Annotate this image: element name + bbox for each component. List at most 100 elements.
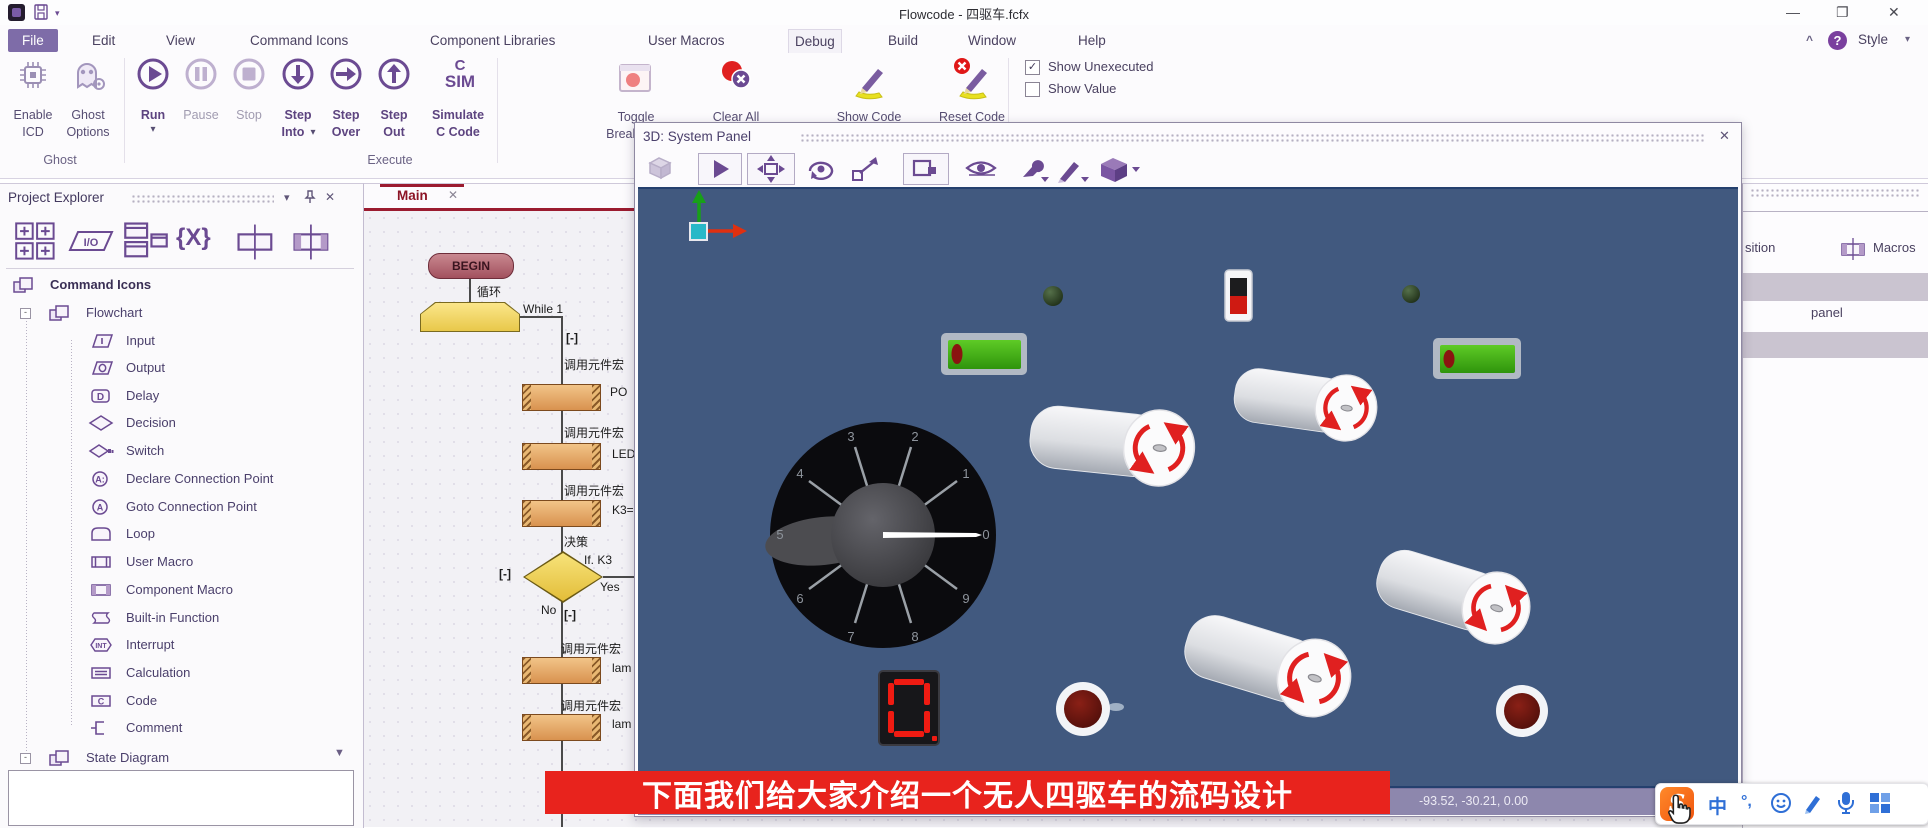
run-caret-icon[interactable]: ▾ bbox=[130, 124, 176, 135]
ime-handwriting-icon[interactable] bbox=[1802, 791, 1826, 815]
step-out-icon[interactable] bbox=[375, 56, 413, 94]
menu-build[interactable]: Build bbox=[882, 29, 924, 52]
pause-icon[interactable] bbox=[182, 56, 220, 94]
seven-segment-display[interactable] bbox=[879, 671, 939, 745]
3d-eye-icon[interactable] bbox=[961, 155, 1001, 183]
3d-panel-drag-dots[interactable] bbox=[801, 134, 1705, 143]
menu-command-icons[interactable]: Command Icons bbox=[244, 29, 354, 52]
step-into-caret-icon[interactable]: ▾ bbox=[306, 127, 320, 138]
tab-main-close-icon[interactable]: ✕ bbox=[448, 188, 458, 202]
run-label[interactable]: Run bbox=[130, 108, 176, 122]
panel-drag-dots[interactable] bbox=[1751, 189, 1921, 198]
explorer-component-macro-icon[interactable] bbox=[288, 222, 336, 262]
3d-wrench-icon[interactable] bbox=[1017, 155, 1051, 183]
toggle-breakpoint-icon[interactable] bbox=[617, 60, 653, 96]
stop-label[interactable]: Stop bbox=[226, 108, 272, 122]
step-over-label2[interactable]: Over bbox=[321, 125, 371, 139]
ime-voice-icon[interactable] bbox=[1834, 790, 1858, 816]
step-over-icon[interactable] bbox=[327, 56, 365, 94]
run-icon[interactable] bbox=[134, 56, 172, 94]
menu-window[interactable]: Window bbox=[962, 29, 1022, 52]
tree-scroll-down-icon[interactable]: ▼ bbox=[334, 747, 345, 759]
clear-all-breakpoints-icon[interactable] bbox=[716, 58, 756, 98]
motor[interactable] bbox=[1230, 360, 1381, 445]
3d-paint-icon[interactable] bbox=[1055, 155, 1091, 183]
3d-pan-button[interactable] bbox=[747, 153, 795, 185]
3d-viewport[interactable]: 0 1 2 3 4 5 6 7 8 9 bbox=[638, 187, 1738, 788]
step-over-label1[interactable]: Step bbox=[321, 108, 371, 122]
show-code-icon[interactable] bbox=[848, 58, 890, 100]
motor[interactable] bbox=[1027, 397, 1199, 490]
3d-world-cube-icon[interactable] bbox=[1095, 153, 1141, 183]
menu-debug[interactable]: Debug bbox=[788, 29, 842, 53]
stop-icon[interactable] bbox=[230, 56, 268, 94]
minimize-button[interactable]: — bbox=[1786, 4, 1800, 20]
help-icon[interactable]: ? bbox=[1828, 31, 1847, 50]
show-value-label[interactable]: Show Value bbox=[1048, 81, 1116, 96]
show-unexecuted-checkbox[interactable] bbox=[1025, 60, 1040, 75]
tab-main[interactable]: Main bbox=[397, 188, 428, 203]
explorer-grid-icon[interactable] bbox=[14, 221, 58, 261]
flow-component-macro-node[interactable] bbox=[522, 500, 601, 527]
flow-collapse-2[interactable]: [-] bbox=[499, 567, 511, 581]
motor[interactable] bbox=[1368, 538, 1538, 652]
ime-lang-toggle[interactable]: 中 bbox=[1708, 792, 1727, 819]
reset-code-icon[interactable] bbox=[950, 56, 994, 100]
menu-edit[interactable]: Edit bbox=[86, 29, 121, 52]
battery-component[interactable] bbox=[941, 333, 1027, 375]
menu-view[interactable]: View bbox=[160, 29, 201, 52]
macros-label[interactable]: Macros bbox=[1873, 240, 1916, 255]
flow-component-macro-node[interactable] bbox=[522, 443, 601, 470]
ghost-options-label2[interactable]: Options bbox=[56, 125, 120, 139]
motor[interactable] bbox=[1176, 602, 1360, 726]
3d-rotate-icon[interactable] bbox=[803, 155, 839, 183]
list-row-selected[interactable] bbox=[1743, 332, 1928, 358]
explorer-windows-icon[interactable] bbox=[122, 220, 170, 262]
list-item-panel[interactable]: panel bbox=[1811, 305, 1843, 320]
ribbon-collapse-icon[interactable]: ^ bbox=[1806, 33, 1813, 47]
show-unexecuted-label[interactable]: Show Unexecuted bbox=[1048, 59, 1154, 74]
battery-component[interactable] bbox=[1433, 338, 1521, 379]
wheel[interactable] bbox=[1496, 685, 1548, 737]
rotary-dial[interactable]: 0 1 2 3 4 5 6 7 8 9 bbox=[763, 422, 996, 648]
ime-punctuation-toggle[interactable]: °, bbox=[1741, 793, 1752, 811]
step-out-label2[interactable]: Out bbox=[369, 125, 419, 139]
flow-collapse-1[interactable]: [-] bbox=[566, 331, 578, 345]
show-value-checkbox[interactable] bbox=[1025, 82, 1040, 97]
flow-begin-node[interactable]: BEGIN bbox=[428, 253, 514, 279]
simulate-label2[interactable]: C Code bbox=[418, 125, 498, 139]
simulate-label1[interactable]: Simulate bbox=[418, 108, 498, 122]
style-caret-icon[interactable]: ▾ bbox=[1905, 34, 1910, 45]
flow-component-macro-node[interactable] bbox=[522, 714, 601, 741]
flow-component-macro-node[interactable] bbox=[522, 384, 601, 411]
enable-icd-label2[interactable]: ICD bbox=[3, 125, 63, 139]
simulate-c-code-icon[interactable]: C SIM bbox=[430, 58, 490, 91]
menu-component-libraries[interactable]: Component Libraries bbox=[424, 29, 561, 52]
ghost-options-icon[interactable] bbox=[68, 57, 108, 97]
3d-resize-icon[interactable] bbox=[849, 155, 883, 183]
menu-file[interactable]: File bbox=[8, 29, 58, 52]
step-into-icon[interactable] bbox=[279, 56, 317, 94]
ime-toolbox-icon[interactable] bbox=[1868, 791, 1892, 815]
explorer-macro-icon[interactable] bbox=[232, 222, 280, 262]
pause-label[interactable]: Pause bbox=[176, 108, 226, 122]
ghost-options-label1[interactable]: Ghost bbox=[56, 108, 120, 122]
close-button[interactable]: ✕ bbox=[1888, 4, 1900, 21]
restore-button[interactable]: ❐ bbox=[1836, 4, 1849, 21]
menu-user-macros[interactable]: User Macros bbox=[642, 29, 731, 52]
step-into-label1[interactable]: Step bbox=[273, 108, 323, 122]
style-button[interactable]: Style bbox=[1858, 32, 1888, 47]
menu-help[interactable]: Help bbox=[1072, 29, 1112, 52]
ime-emoji-icon[interactable] bbox=[1769, 791, 1793, 815]
explorer-variables-icon[interactable]: {X} bbox=[176, 224, 211, 252]
panel-pin-icon[interactable] bbox=[303, 190, 317, 204]
enable-icd-label1[interactable]: Enable bbox=[3, 108, 63, 122]
list-row-selected[interactable] bbox=[1743, 273, 1928, 301]
panel-drag-dots[interactable] bbox=[132, 195, 274, 204]
flow-collapse-3[interactable]: [-] bbox=[564, 608, 576, 622]
step-out-label1[interactable]: Step bbox=[369, 108, 419, 122]
enable-icd-icon[interactable] bbox=[16, 58, 50, 96]
panel-close-icon[interactable]: ✕ bbox=[325, 190, 335, 204]
explorer-io-icon[interactable]: I/O bbox=[66, 224, 116, 258]
panel-dropdown-icon[interactable]: ▾ bbox=[284, 191, 290, 204]
